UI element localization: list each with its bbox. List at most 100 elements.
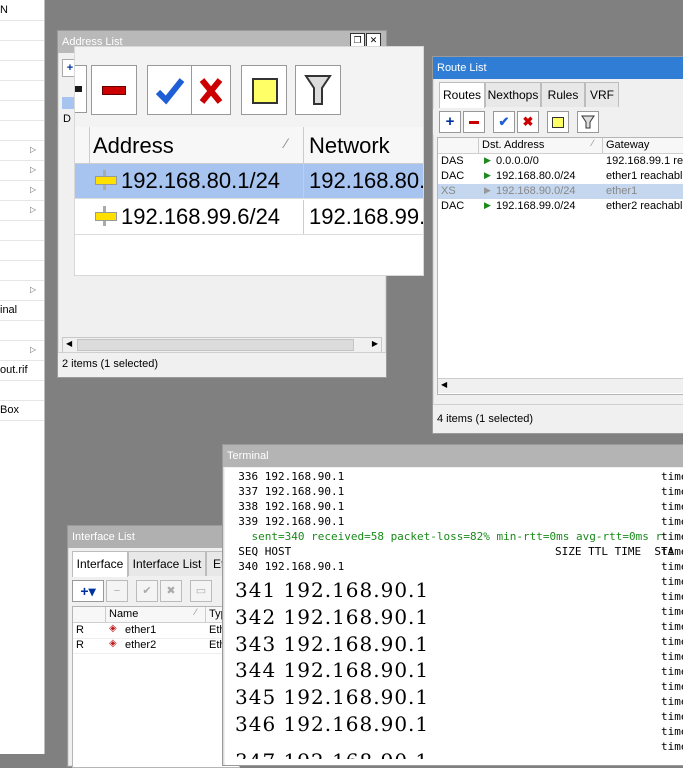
table-row[interactable]: DAS ▶ 0.0.0.0/0 192.168.99.1 rea [438,154,683,169]
terminal-header-right: SIZE TTL TIME STA [555,545,675,558]
interface-rows: R ◈ ether1 Eth R ◈ ether2 Eth [73,623,239,663]
sidebar-item[interactable] [0,380,44,401]
col-divider [303,164,304,198]
filter-button[interactable] [577,111,599,133]
enable-button[interactable]: ✔ [493,111,515,133]
sidebar-item-label: out.rif [0,364,28,376]
time-label: time [661,725,683,738]
sidebar-item[interactable]: ▷ [0,160,44,181]
remove-button[interactable] [463,111,485,133]
ethernet-icon: ◈ [109,638,117,649]
network-cell: 192.168.99.0 [309,204,423,229]
terminal-line: 337 192.168.90.1 [225,485,345,498]
hscrollbar[interactable]: ◀ ▶ [62,337,382,353]
table-row[interactable]: R ◈ ether2 Eth [73,638,239,654]
interface-list-title: Interface List [72,531,135,543]
add-button[interactable]: + [439,111,461,133]
sidebar-item[interactable] [0,100,44,121]
comment-button[interactable] [547,111,569,133]
address-icon [95,212,117,221]
disable-button[interactable]: ✖ [517,111,539,133]
sidebar-item[interactable]: ▷ [0,340,44,361]
sidebar-item[interactable]: ▷ [0,180,44,201]
scroll-thumb[interactable] [77,339,354,351]
sidebar-item[interactable] [0,220,44,241]
sidebar-item[interactable]: Box [0,400,44,421]
interface-grid-header: Name ⁄ Typ [73,607,239,623]
sidebar-item[interactable]: ▷ [0,200,44,221]
zoom-grid-header: Address ⁄ Network [75,127,423,164]
comment-button[interactable]: ▭ [190,580,212,602]
sidebar-item[interactable] [0,60,44,81]
enable-button[interactable] [147,65,193,115]
interface-list-titlebar[interactable]: Interface List [68,526,238,548]
add-menu-button[interactable]: +▾ [72,580,104,602]
hscrollbar[interactable]: ◀ [438,378,683,393]
terminal-titlebar[interactable]: Terminal [223,445,683,467]
sidebar-item[interactable] [0,40,44,61]
col-name-header[interactable]: Name [109,608,138,620]
table-row[interactable]: R ◈ ether1 Eth [73,623,239,639]
terminal-zoom-line: 343 192.168.90.1 [235,631,430,656]
time-label: time [661,635,683,648]
tab-routes[interactable]: Routes [439,82,485,108]
route-play-icon: ▶ [484,155,491,165]
main-menu-sidebar: N ▷ ▷ ▷ ▷ ▷ inal ▷ out.rif Box [0,0,45,754]
table-row[interactable]: DAC ▶ 192.168.99.0/24 ether2 reachable [438,199,683,214]
terminal-zoom-line: 344 192.168.90.1 [235,658,430,683]
tab-nexthops[interactable]: Nexthops [485,82,541,107]
table-row[interactable]: 192.168.80.1/24 192.168.80.0 [75,164,423,199]
sidebar-item[interactable] [0,20,44,41]
add-icon-partial[interactable] [75,65,87,113]
filter-button[interactable] [295,65,341,115]
interface-flag: R [76,624,84,636]
table-row[interactable]: 192.168.99.6/24 192.168.99.0 [75,200,423,235]
col-network-header[interactable]: Network [309,133,390,159]
sidebar-item[interactable]: N [0,0,44,21]
sidebar-item[interactable] [0,80,44,101]
route-list-titlebar[interactable]: Route List [433,57,683,79]
sidebar-item[interactable] [0,120,44,141]
sidebar-item[interactable] [0,260,44,281]
note-icon [252,78,278,104]
col-gateway-header[interactable]: Gateway [606,139,649,151]
enable-button[interactable]: ✔ [136,580,158,602]
route-list-title: Route List [437,62,487,74]
remove-button[interactable]: − [106,580,128,602]
table-row[interactable]: DAC ▶ 192.168.80.0/24 ether1 reachable [438,169,683,184]
disable-button[interactable] [191,65,231,115]
remove-button[interactable] [91,65,137,115]
comment-button[interactable] [241,65,287,115]
time-label: time [661,470,683,483]
tab-interface-list[interactable]: Interface List [128,551,206,576]
sort-icon: ⁄ [195,607,197,617]
tab-vrf[interactable]: VRF [585,82,619,107]
disable-button[interactable]: ✖ [160,580,182,602]
terminal-output[interactable]: 336 192.168.90.1 337 192.168.90.1 338 19… [225,468,683,765]
sidebar-item[interactable]: inal [0,300,44,321]
submenu-arrow-icon: ▷ [30,165,37,174]
sidebar-item[interactable]: ▷ [0,140,44,161]
tab-interface[interactable]: Interface [72,551,128,577]
scroll-left-icon[interactable]: ◀ [66,339,72,348]
route-gateway: ether1 [606,185,638,197]
route-flags: DAS [441,155,464,167]
sidebar-item[interactable] [0,240,44,261]
scroll-right-icon[interactable]: ▶ [372,339,378,348]
sidebar-item[interactable]: ▷ [0,280,44,301]
scroll-left-icon[interactable]: ◀ [441,380,447,389]
col-divider [303,200,304,234]
time-label: time [661,590,683,603]
col-address-header[interactable]: Address [93,133,174,159]
table-row[interactable]: XS ▶ 192.168.90.0/24 ether1 [438,184,683,199]
col-dst-header[interactable]: Dst. Address [482,139,544,151]
zoom-grid-rows: 192.168.80.1/24 192.168.80.0 192.168.99.6/… [75,164,423,274]
time-label: time [661,665,683,678]
sidebar-item[interactable] [0,320,44,341]
tab-rules[interactable]: Rules [541,82,585,107]
address-list-status: 2 items (1 selected) [58,352,386,377]
address-cell: 192.168.99.6/24 [121,204,281,229]
time-label: time [661,560,683,573]
route-grid-header: Dst. Address ⁄ Gateway [438,138,683,154]
sidebar-item[interactable]: out.rif [0,360,44,381]
